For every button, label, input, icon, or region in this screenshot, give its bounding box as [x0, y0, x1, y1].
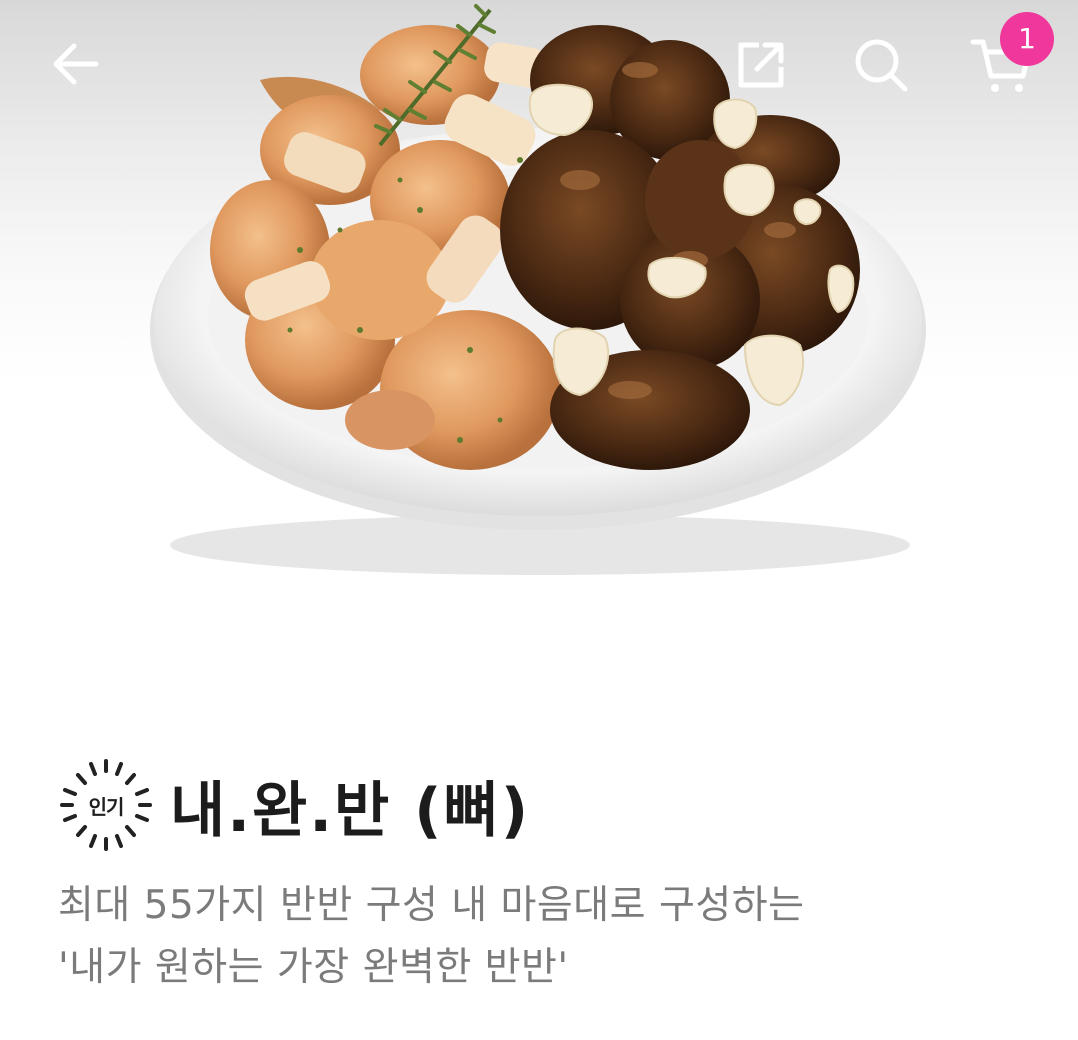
- arrow-left-icon: [53, 43, 99, 85]
- product-title: 내.완.반 (뼈): [170, 775, 531, 846]
- top-navigation-bar: 1: [0, 0, 1078, 130]
- description-line-2: '내가 원하는 가장 완벽한 반반': [58, 945, 569, 990]
- cart-count-badge: 1: [1000, 12, 1054, 66]
- description-line-1: 최대 55가지 반반 구성 내 마음대로 구성하는: [58, 883, 805, 928]
- share-icon: [738, 42, 784, 88]
- popular-badge: 인기: [58, 757, 154, 853]
- search-button[interactable]: [842, 26, 920, 104]
- back-button[interactable]: [40, 28, 112, 100]
- product-description: 최대 55가지 반반 구성 내 마음대로 구성하는 '내가 원하는 가장 완벽한…: [58, 875, 1018, 999]
- share-button[interactable]: [722, 26, 800, 104]
- search-icon: [855, 39, 908, 92]
- popular-badge-label: 인기: [88, 794, 125, 819]
- product-title-row: 인기 내.완.반 (뼈): [58, 750, 530, 860]
